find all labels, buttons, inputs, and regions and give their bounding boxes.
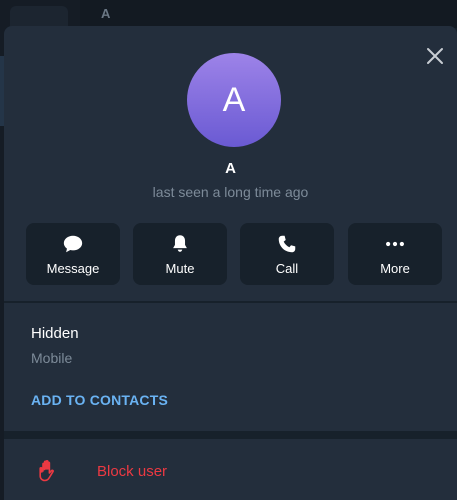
- phone-icon: [278, 235, 296, 253]
- avatar-letter: A: [222, 80, 246, 119]
- profile-status: last seen a long time ago: [152, 184, 309, 200]
- profile-actions: Message Mute Call More: [26, 223, 442, 285]
- contact-info-section: Hidden Mobile ADD TO CONTACTS: [4, 303, 457, 431]
- chat-header-title: A: [101, 6, 111, 21]
- close-icon: [427, 48, 443, 64]
- chat-header: [80, 0, 457, 28]
- bell-icon: [173, 235, 187, 252]
- mute-button[interactable]: Mute: [133, 223, 227, 285]
- more-button-label: More: [380, 261, 410, 276]
- message-button-label: Message: [46, 261, 100, 276]
- call-button-label: Call: [275, 261, 299, 276]
- more-button[interactable]: More: [348, 223, 442, 285]
- mute-button-label: Mute: [165, 261, 195, 276]
- user-info-dialog: A A last seen a long time ago Message Mu…: [4, 26, 457, 500]
- phone-value[interactable]: Hidden: [31, 325, 79, 342]
- chat-bubble-icon: [63, 235, 83, 253]
- close-button[interactable]: [423, 44, 447, 68]
- message-button[interactable]: Message: [26, 223, 120, 285]
- phone-label: Mobile: [31, 350, 73, 366]
- profile-header: A A last seen a long time ago Message Mu…: [4, 26, 457, 301]
- profile-name: A: [225, 160, 236, 177]
- call-button[interactable]: Call: [240, 223, 334, 285]
- more-dots-icon: [386, 241, 404, 247]
- block-user-button[interactable]: Block user: [4, 439, 457, 500]
- hand-stop-icon: [39, 459, 54, 482]
- block-user-label: Block user: [97, 463, 168, 480]
- avatar[interactable]: A: [187, 53, 281, 147]
- add-to-contacts-button[interactable]: ADD TO CONTACTS: [31, 392, 168, 408]
